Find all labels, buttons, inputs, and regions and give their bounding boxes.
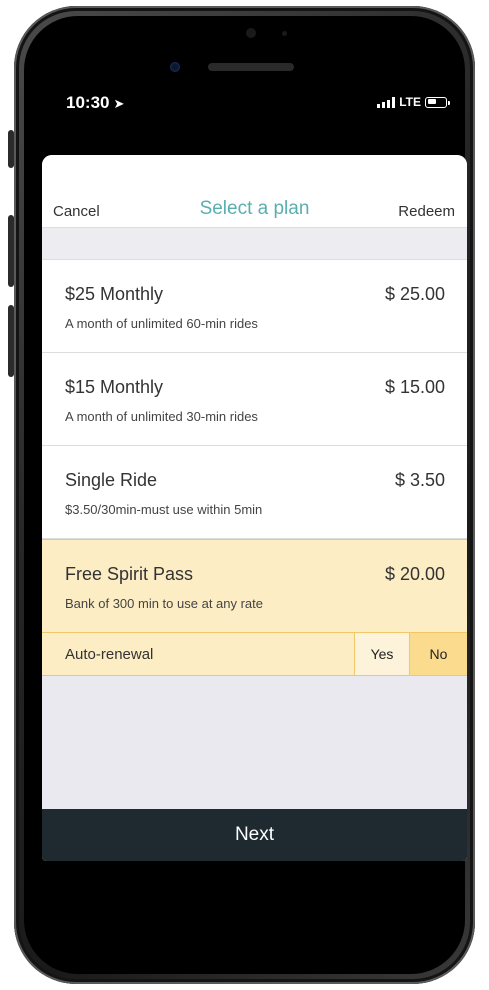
signal-bars-icon [377, 96, 396, 108]
auto-renewal-row: Auto-renewal Yes No [42, 633, 467, 676]
location-arrow-icon: ➤ [113, 96, 125, 111]
status-time-text: 10:30 [66, 93, 110, 112]
plan-name: Single Ride [65, 470, 158, 490]
plan-description: A month of unlimited 30-min rides [65, 409, 258, 424]
plan-name: $15 Monthly [65, 377, 164, 397]
auto-renewal-yes-button[interactable]: Yes [354, 633, 409, 675]
proximity-sensor [246, 28, 256, 38]
plan-row-single-ride[interactable]: Single Ride $ 3.50 $3.50/30min-must use … [42, 446, 467, 539]
nav-bar: Cancel Select a plan Redeem [42, 155, 467, 228]
plan-row-25-monthly[interactable]: $25 Monthly $ 25.00 A month of unlimited… [42, 260, 467, 353]
mute-switch [8, 130, 14, 168]
home-indicator-area [42, 862, 467, 912]
plan-description: Bank of 300 min to use at any rate [65, 596, 264, 611]
auto-renewal-label: Auto-renewal [65, 646, 154, 663]
plan-price: $ 20.00 [384, 564, 445, 584]
network-type: LTE [399, 95, 421, 109]
front-camera [170, 62, 180, 72]
auto-renewal-no-button[interactable]: No [409, 633, 467, 675]
plan-name: Free Spirit Pass [65, 564, 194, 584]
plan-price: $ 15.00 [384, 377, 445, 397]
plan-description: $3.50/30min-must use within 5min [65, 502, 263, 517]
auto-renewal-toggle: Yes No [354, 633, 467, 675]
plan-description: A month of unlimited 60-min rides [65, 316, 258, 331]
battery-icon [425, 96, 450, 108]
plan-price: $ 3.50 [394, 470, 445, 490]
plan-name: $25 Monthly [65, 284, 164, 304]
plan-row-15-monthly[interactable]: $15 Monthly $ 15.00 A month of unlimited… [42, 353, 467, 446]
next-button[interactable]: Next [42, 809, 467, 861]
status-indicators: LTE [377, 95, 450, 109]
section-spacer [42, 228, 467, 260]
redeem-button[interactable]: Redeem [398, 203, 455, 220]
plan-price: $ 25.00 [384, 284, 445, 304]
earpiece-speaker [208, 63, 294, 71]
app-screen: Cancel Select a plan Redeem $25 Monthly … [42, 155, 467, 861]
plan-row-free-spirit-pass[interactable]: Free Spirit Pass $ 20.00 Bank of 300 min… [42, 539, 467, 633]
volume-up-button [8, 215, 14, 287]
volume-down-button [8, 305, 14, 377]
ambient-sensor [282, 31, 287, 36]
status-time: 10:30 ➤ [66, 93, 124, 113]
